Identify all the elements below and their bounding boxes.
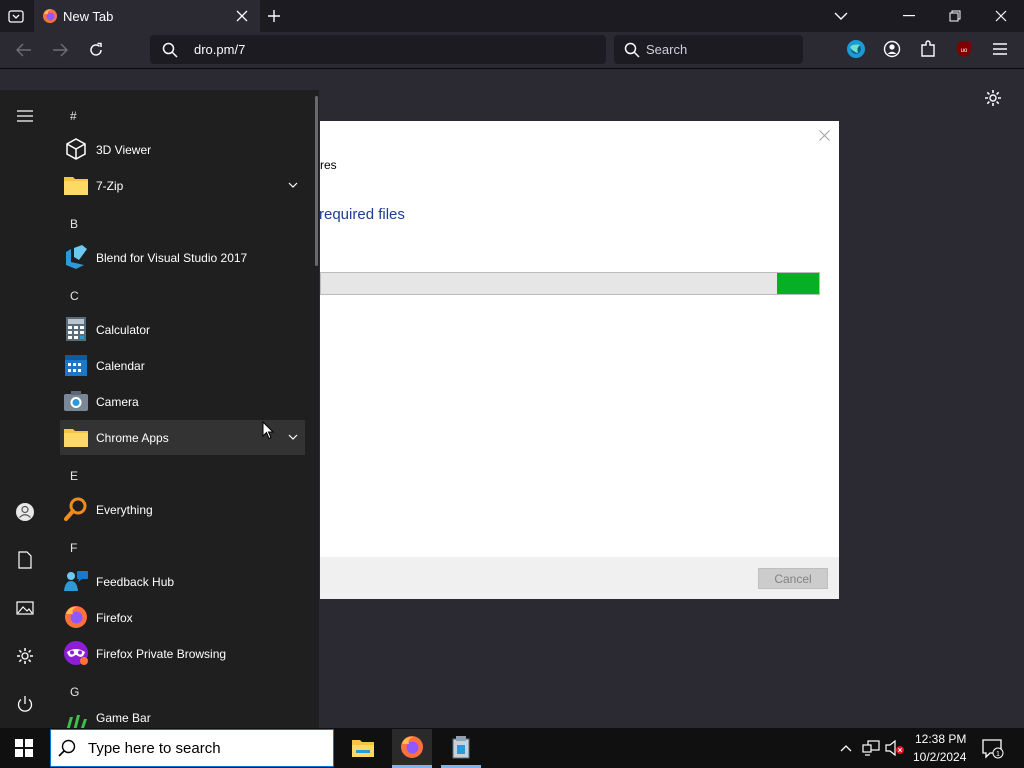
dialog-close-icon[interactable]: [815, 127, 833, 143]
app-label: Everything: [96, 503, 153, 517]
pictures-icon[interactable]: [13, 596, 37, 620]
account-globe-icon[interactable]: [845, 38, 867, 60]
back-arrow-icon[interactable]: [14, 40, 34, 60]
install-progress-bar: [320, 272, 820, 295]
extensions-puzzle-icon[interactable]: [918, 39, 938, 59]
close-tab-icon[interactable]: [234, 8, 250, 24]
network-icon[interactable]: [861, 739, 881, 757]
taskbar-search-icon: [56, 737, 78, 759]
taskbar-search-placeholder[interactable]: Type here to search: [88, 740, 221, 757]
forward-arrow-icon[interactable]: [50, 40, 70, 60]
volume-muted-icon[interactable]: [884, 739, 906, 757]
app-label: 7-Zip: [96, 179, 124, 193]
search-magnifier-icon: [63, 496, 89, 522]
app-7-zip[interactable]: 7-Zip: [60, 168, 305, 203]
app-firefox-private-browsing[interactable]: Firefox Private Browsing: [60, 636, 305, 671]
documents-icon[interactable]: [13, 548, 37, 572]
tab-new-tab[interactable]: New Tab: [34, 0, 260, 32]
clock-date[interactable]: 10/2/2024: [913, 750, 966, 764]
app-calculator[interactable]: Calculator: [60, 312, 305, 347]
folder-icon: [63, 172, 89, 198]
search-bar-placeholder[interactable]: Search: [646, 42, 687, 57]
app-label: 3D Viewer: [96, 143, 152, 157]
list-all-tabs-icon[interactable]: [831, 7, 851, 25]
gamebar-icon: [63, 708, 89, 728]
close-window-icon[interactable]: [990, 6, 1012, 26]
section-letter-b[interactable]: B: [70, 217, 78, 231]
tab-title: New Tab: [63, 9, 114, 24]
clock-time[interactable]: 12:38 PM: [915, 732, 966, 746]
private-mask-icon: [63, 640, 89, 666]
app-camera[interactable]: Camera: [60, 384, 305, 419]
settings-gear-icon[interactable]: [982, 87, 1004, 109]
svg-text:1: 1: [996, 751, 1000, 758]
ublock-origin-icon[interactable]: uo: [954, 39, 974, 59]
cube-icon: [63, 136, 89, 162]
chevron-down-icon[interactable]: [286, 179, 300, 191]
new-tab-icon[interactable]: [265, 7, 283, 25]
firefox-icon: [42, 8, 58, 24]
tab-list-icon[interactable]: [6, 7, 26, 25]
app-label: Calculator: [96, 323, 151, 337]
address-bar-url[interactable]: dro.pm/7: [194, 42, 245, 57]
reload-icon[interactable]: [86, 40, 106, 60]
app-3d-viewer[interactable]: 3D Viewer: [60, 132, 305, 167]
app-label: Blend for Visual Studio 2017: [96, 251, 248, 265]
section-letter-g[interactable]: G: [70, 685, 79, 699]
user-account-icon[interactable]: [13, 500, 37, 524]
folder-icon: [63, 424, 89, 450]
section-letter-f[interactable]: F: [70, 541, 77, 555]
calculator-icon: [63, 316, 89, 342]
app-label: Firefox: [96, 611, 133, 625]
file-explorer-icon[interactable]: [343, 729, 383, 767]
app-label: Chrome Apps: [96, 431, 169, 445]
app-label: Camera: [96, 395, 139, 409]
app-feedback-hub[interactable]: Feedback Hub: [60, 564, 305, 599]
show-hidden-icons-chevron-up-icon[interactable]: [838, 739, 854, 757]
dialog-subtitle: res: [320, 158, 337, 172]
app-blend-for-visual-studio[interactable]: Blend for Visual Studio 2017: [60, 240, 305, 275]
taskbar-installer-icon[interactable]: [441, 729, 481, 765]
camera-icon: [63, 388, 89, 414]
minimize-window-icon[interactable]: [898, 6, 920, 26]
install-progress-fill: [776, 273, 819, 294]
taskbar-firefox-icon[interactable]: [392, 729, 432, 765]
calendar-icon: [63, 352, 89, 378]
searchbar-search-icon: [622, 40, 642, 60]
cancel-button[interactable]: Cancel: [758, 568, 828, 589]
start-menu-scrollbar[interactable]: [315, 96, 318, 266]
power-icon[interactable]: [13, 692, 37, 716]
app-menu-icon[interactable]: [990, 39, 1010, 59]
section-letter-hash[interactable]: #: [70, 109, 77, 123]
chevron-down-icon[interactable]: [286, 431, 300, 443]
expand-menu-hamburger-icon[interactable]: [13, 106, 37, 126]
svg-text:uo: uo: [961, 48, 968, 54]
feedback-icon: [63, 568, 89, 594]
windows-start-icon[interactable]: [0, 728, 48, 768]
app-everything[interactable]: Everything: [60, 492, 305, 527]
dialog-heading: required files: [319, 206, 405, 223]
mouse-cursor-icon: [262, 420, 276, 441]
app-label: Feedback Hub: [96, 575, 175, 589]
app-firefox[interactable]: Firefox: [60, 600, 305, 635]
app-game-bar[interactable]: Game Bar: [60, 702, 305, 728]
app-label: Firefox Private Browsing: [96, 647, 227, 661]
section-letter-e[interactable]: E: [70, 469, 78, 483]
installer-dialog: [320, 121, 839, 599]
account-icon[interactable]: [882, 39, 902, 59]
firefox-icon: [63, 604, 89, 630]
app-label: Calendar: [96, 359, 145, 373]
app-calendar[interactable]: Calendar: [60, 348, 305, 383]
search-icon: [160, 40, 180, 60]
restore-window-icon[interactable]: [944, 6, 966, 26]
section-letter-c[interactable]: C: [70, 289, 79, 303]
action-center-notification-icon[interactable]: 1: [980, 737, 1006, 761]
search-bar[interactable]: [614, 35, 803, 64]
start-settings-gear-icon[interactable]: [13, 644, 37, 668]
app-label: Game Bar: [96, 711, 151, 725]
blend-icon: [63, 244, 89, 270]
